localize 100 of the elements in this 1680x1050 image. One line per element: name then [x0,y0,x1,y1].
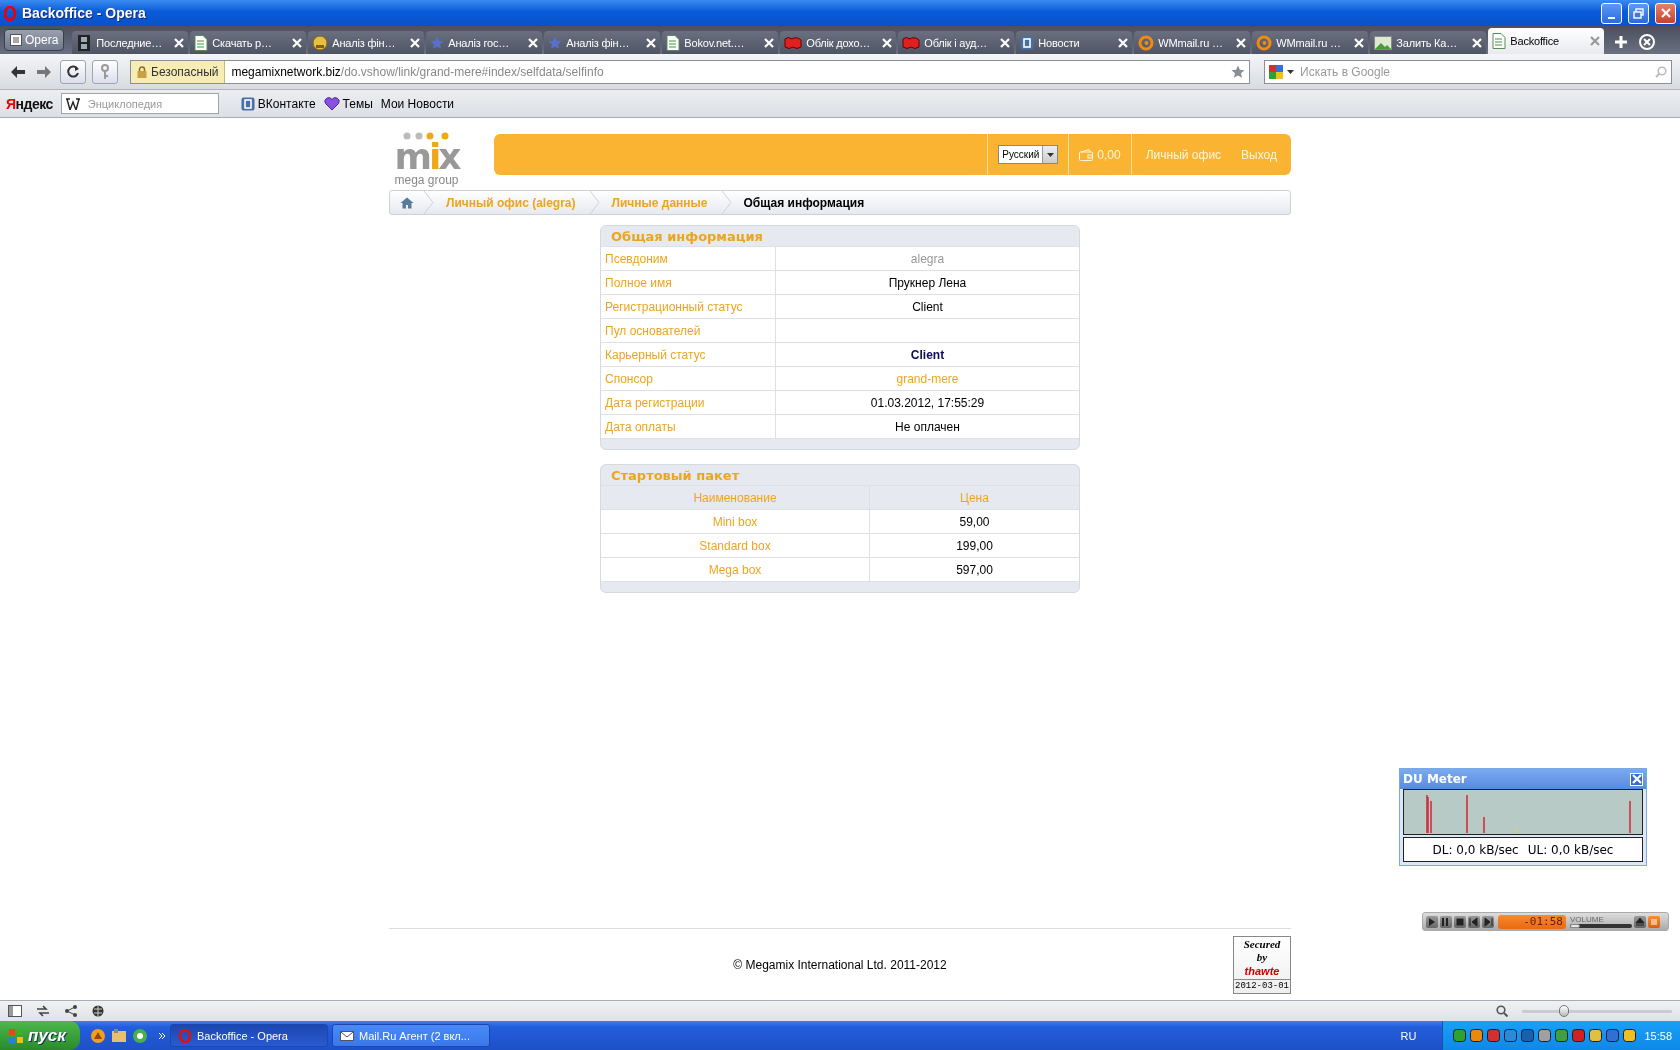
language-indicator[interactable]: RU [1400,1029,1417,1042]
browser-tab[interactable]: Скачать р… [190,31,307,54]
start-button[interactable]: пуск [0,1021,80,1050]
field-value: Прукнер Лена [888,275,967,290]
security-badge[interactable]: Безопасный [131,60,226,83]
browser-tab[interactable]: Аналіз фін… [544,31,661,54]
bookmark-star-icon[interactable] [1231,64,1245,79]
close-icon [1660,8,1671,18]
encyclopedia-field[interactable]: Энциклопедия [85,96,200,111]
nodes-icon[interactable] [64,1005,78,1017]
tray-icon[interactable] [1504,1029,1518,1042]
globe-icon[interactable] [92,1005,104,1017]
browser-tab[interactable]: Облік дохо… [780,31,897,54]
browser-tab[interactable]: Аналіз гос… [426,31,543,54]
field-label: Пул основателей [601,318,776,343]
table-cell: Standard box [601,533,870,558]
home-icon[interactable] [400,196,414,209]
tray-icon[interactable] [1487,1029,1501,1042]
key-button[interactable] [92,59,118,84]
field-value: Не оплачен [895,419,960,434]
browser-tab[interactable]: WMmail.ru … [1134,31,1251,54]
eject-button[interactable] [1634,915,1646,928]
browser-tab[interactable]: Backoffice [1488,28,1605,54]
site-logo[interactable]: mix mega group [389,132,464,190]
window-title: Backoffice - Opera [22,5,147,21]
browser-tab[interactable]: Облік і ауд… [898,31,1015,54]
panel-icon[interactable] [8,1005,22,1017]
next-button[interactable] [1482,915,1494,928]
bookmark-link[interactable]: Темы [323,96,373,111]
square-icon [240,96,255,111]
column-header: Цена [869,485,1079,510]
restore-button[interactable] [1628,2,1649,24]
tray-icon[interactable] [1572,1029,1586,1042]
close-button[interactable] [1655,2,1676,24]
zoom-slider-thumb[interactable] [1559,1004,1569,1017]
close-button[interactable] [1630,772,1643,786]
menu-icon [10,34,22,46]
copyright-text: © Megamix International Ltd. 2011-2012 [733,957,947,972]
tray-icon[interactable] [1589,1029,1603,1042]
tray-icon[interactable] [1555,1029,1569,1042]
square-icon [1020,35,1035,50]
launch-icon[interactable] [90,1027,106,1044]
search-field[interactable]: Искать в Google [1298,63,1651,80]
field-label: Полное имя [601,270,776,295]
stop-button[interactable] [1454,915,1466,928]
security-seal[interactable]: Secured by thawte 2012-03-01 [1233,935,1291,994]
field-value: 01.03.2012, 17:55:29 [870,395,985,410]
play-button[interactable] [1426,915,1438,928]
closed-tabs-icon[interactable] [1638,33,1657,51]
address-field[interactable]: Безопасный megamixnetwork.biz/do.vshow/link/grand-mere#index/selfdata/selfinfo [130,59,1250,84]
bookmark-link[interactable]: ВКонтакте [240,96,316,111]
logo-icon [902,35,921,50]
taskbar-window-button[interactable]: Mail.Ru Агент (2 вкл... [332,1024,490,1047]
lock-icon [137,65,147,78]
tray-icon[interactable] [1538,1029,1552,1042]
heart-icon [323,96,340,111]
language-select[interactable]: Русский [998,145,1059,164]
browser-tab[interactable]: Новости [1016,31,1133,54]
caret-icon[interactable] [1287,69,1294,74]
browser-tab[interactable]: WMmail.ru … [1252,31,1369,54]
new-tab-icon[interactable] [1614,35,1629,49]
pause-button[interactable] [1440,915,1452,928]
play-icon [1427,916,1437,927]
previous-button[interactable] [1468,915,1480,928]
widget-title: DU Meter [1403,772,1467,786]
yandex-logo[interactable]: Яндекс [6,95,53,112]
launch-icon[interactable] [111,1027,127,1044]
tray-icon[interactable] [1606,1029,1620,1042]
chevron-icon[interactable] [158,1031,166,1040]
reload-icon [66,64,80,79]
eject-icon [1635,916,1645,927]
zoom-icon[interactable] [1496,1005,1508,1017]
opera-menu-button[interactable]: Opera [4,29,65,51]
bookmark-link[interactable]: Мои Новости [380,96,455,111]
panel-title: Общая информация [610,227,764,246]
field-value: Client [910,347,945,362]
browser-tab[interactable]: Аналіз фін… [308,31,425,54]
panel-title: Стартовый пакет [610,466,741,485]
volume-slider[interactable] [1570,924,1632,928]
forward-arrow-icon [36,64,52,79]
reload-button[interactable] [60,59,86,84]
tray-icon[interactable] [1470,1029,1484,1042]
taskbar-window-button[interactable]: Backoffice - Opera [170,1024,328,1047]
star-icon [430,35,445,50]
column-header: Наименование [601,485,870,510]
search-box[interactable]: Искать в Google [1264,59,1672,84]
tray-icon[interactable] [1453,1029,1467,1042]
browser-tab[interactable]: Bokov.net.… [662,31,779,54]
tray-icon[interactable] [1623,1029,1637,1042]
back-arrow-icon [10,64,26,79]
browser-tab[interactable]: Последние… [72,31,189,54]
wikipedia-icon [65,97,80,110]
launch-icon[interactable] [132,1027,148,1044]
field-label: Дата оплаты [601,414,776,439]
arrows-icon[interactable] [36,1005,50,1017]
browser-tab[interactable]: Залить Ка… [1370,31,1487,54]
encyclopedia-box[interactable]: Энциклопедия [60,93,219,114]
search-engine-icon[interactable] [1269,64,1283,79]
tray-icon[interactable] [1521,1029,1535,1042]
minimize-button[interactable] [1601,2,1622,24]
